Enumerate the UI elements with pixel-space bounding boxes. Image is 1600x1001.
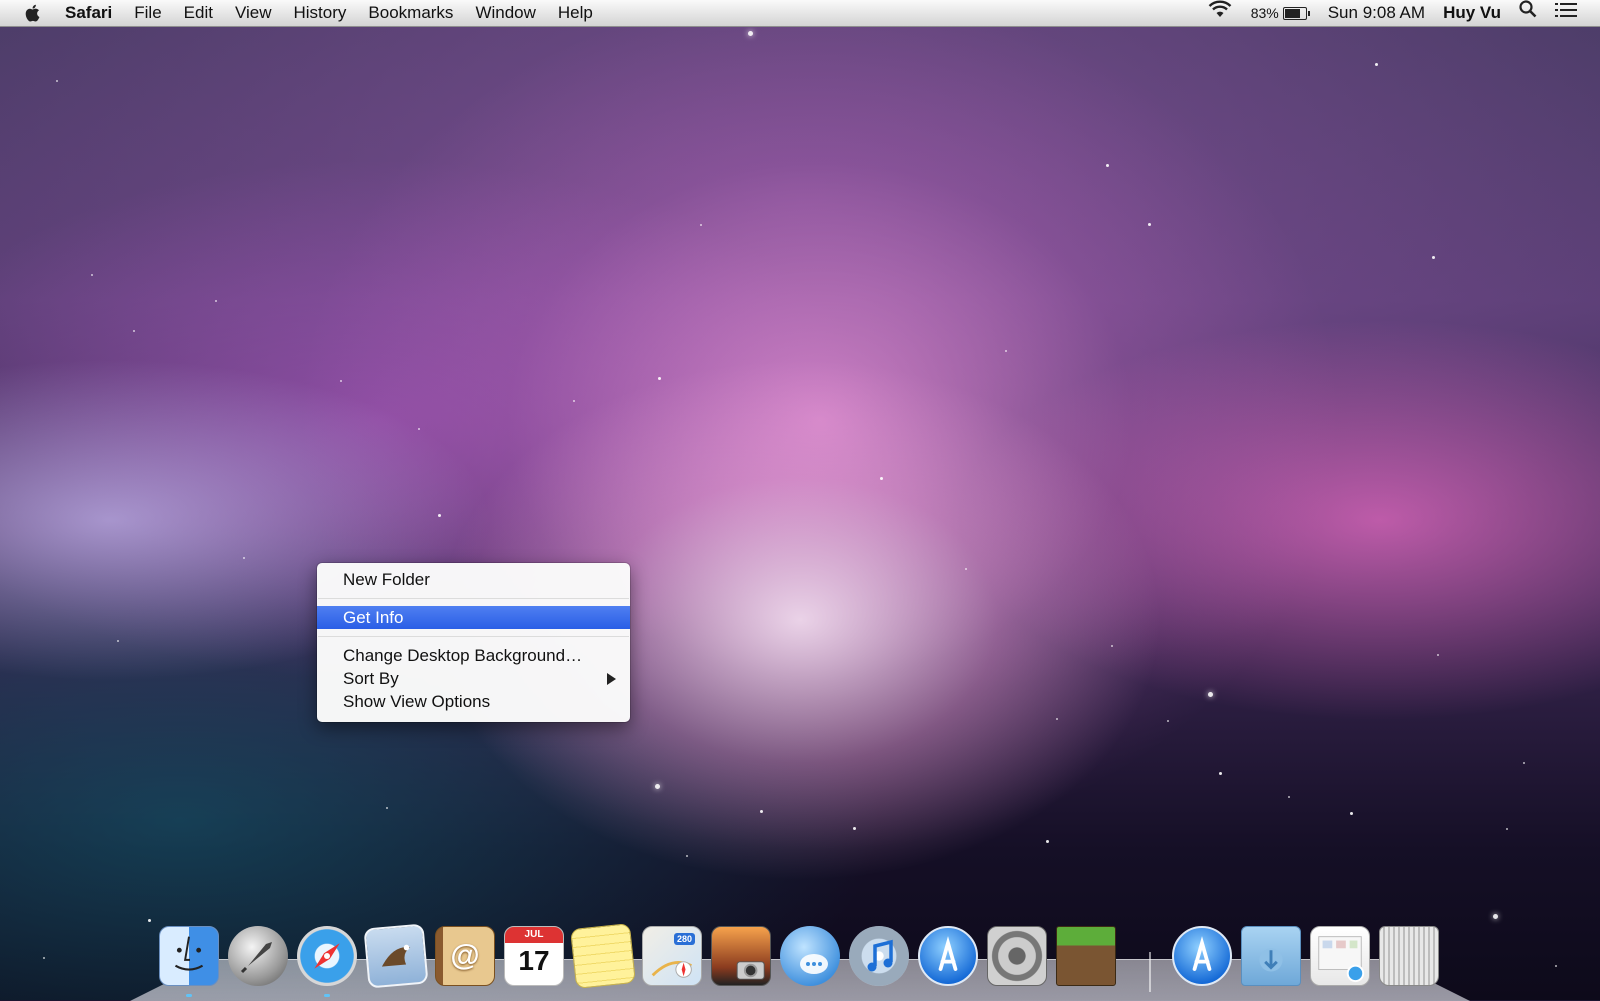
battery-icon [1282,6,1307,20]
menu-item-change-desktop-background[interactable]: Change Desktop Background… [317,644,630,667]
finder-icon[interactable] [159,926,219,986]
dock: @ JUL 17 280 [0,918,1600,1000]
menu-bookmarks[interactable]: Bookmarks [357,0,464,26]
calendar-icon[interactable]: JUL 17 [504,926,564,986]
menu-item-show-view-options[interactable]: Show View Options [317,690,630,713]
messages-icon[interactable] [780,926,840,986]
list-icon[interactable] [1546,0,1586,26]
calendar-day: 17 [518,945,550,976]
documents-stack-icon[interactable] [1310,926,1370,986]
maps-icon[interactable]: 280 [642,926,702,986]
submenu-arrow-icon [607,673,616,685]
battery-status[interactable]: 83% [1242,0,1319,26]
mail-icon[interactable] [363,923,429,989]
sort-by-label: Sort By [343,669,399,688]
contacts-icon[interactable]: @ [435,926,495,986]
menu-window[interactable]: Window [464,0,546,26]
menu-item-get-info[interactable]: Get Info [317,606,630,629]
menu-app-name[interactable]: Safari [54,0,123,26]
desktop-background[interactable] [0,0,1600,1000]
app-store-icon[interactable] [918,926,978,986]
photo-booth-icon[interactable] [711,926,771,986]
search-icon[interactable] [1510,0,1546,26]
dock-separator [1149,952,1151,992]
system-preferences-icon[interactable] [987,926,1047,986]
menu-edit[interactable]: Edit [173,0,224,26]
launchpad-icon[interactable] [228,926,288,986]
apple-icon[interactable] [22,2,44,24]
menu-history[interactable]: History [283,0,358,26]
menu-help[interactable]: Help [547,0,604,26]
itunes-icon[interactable] [849,926,909,986]
desktop-context-menu: New Folder Get Info Change Desktop Backg… [317,563,630,722]
contacts-glyph: @ [450,939,480,972]
downloads-stack-icon[interactable] [1241,926,1301,986]
trash-icon[interactable] [1379,926,1439,986]
minecraft-icon[interactable] [1056,926,1116,986]
menu-item-sort-by[interactable]: Sort By [317,667,630,690]
menu-item-new-folder[interactable]: New Folder [317,568,630,591]
menu-bar: Safari File Edit View History Bookmarks … [0,0,1600,27]
menu-view[interactable]: View [224,0,283,26]
menu-user[interactable]: Huy Vu [1434,0,1510,26]
wifi-icon[interactable] [1198,0,1242,27]
menu-file[interactable]: File [123,0,172,26]
calendar-month: JUL [524,929,544,940]
battery-percent: 83% [1250,5,1279,21]
applications-stack-icon[interactable] [1172,926,1232,986]
safari-icon[interactable] [297,926,357,986]
menu-clock[interactable]: Sun 9:08 AM [1319,0,1434,26]
notes-icon[interactable] [570,923,636,989]
